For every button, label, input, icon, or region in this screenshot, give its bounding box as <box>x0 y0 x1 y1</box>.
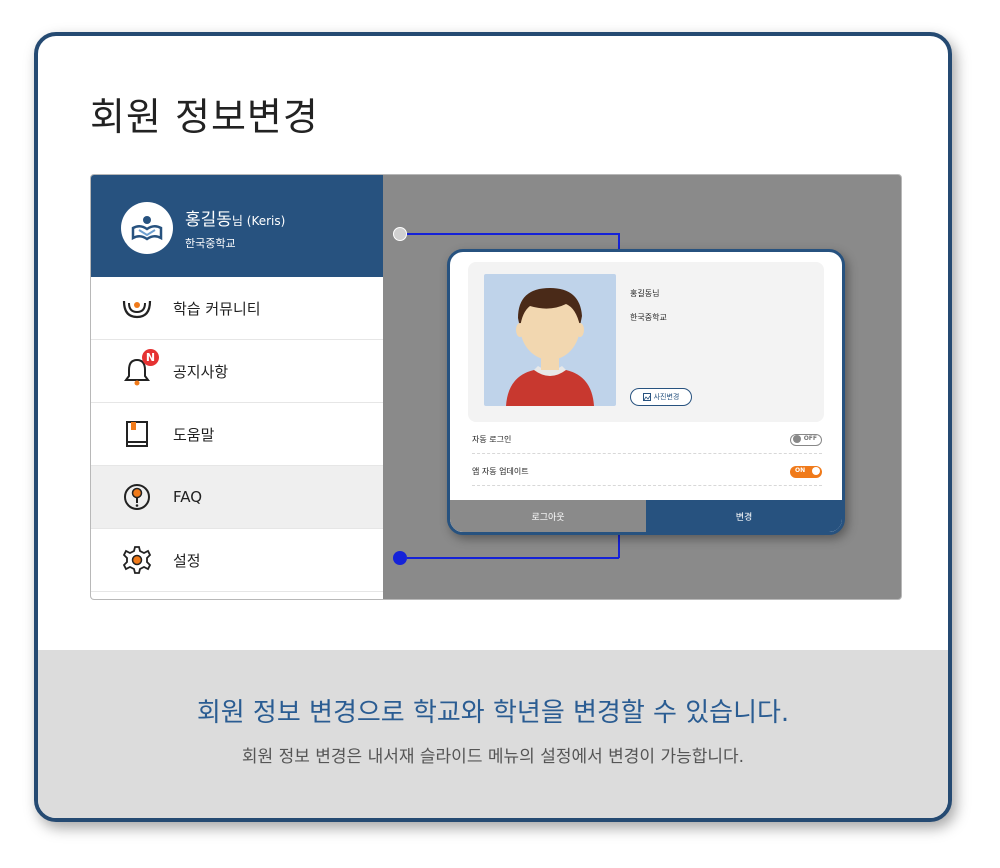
gear-icon <box>119 544 155 576</box>
menu-item-settings[interactable]: 설정 <box>91 529 383 592</box>
book-icon <box>119 418 155 450</box>
menu-item-faq[interactable]: FAQ <box>91 466 383 529</box>
dialog-user-school: 한국중학교 <box>630 313 667 322</box>
setting-row-auto-update: 앱 자동 업데이트 ON <box>472 458 822 486</box>
notice-badge: N <box>142 349 159 366</box>
toggle-state: ON <box>795 466 806 474</box>
change-photo-label: 사진변경 <box>653 393 680 401</box>
app-screenshot-mock: 홍길동님 (Keris) 한국중학교 학습 커뮤니티 N 공지사항 도움말 FA… <box>90 174 902 600</box>
connector-line <box>407 233 619 235</box>
user-school: 한국중학교 <box>185 237 236 250</box>
menu-item-community[interactable]: 학습 커뮤니티 <box>91 277 383 340</box>
user-suffix: 님 (Keris) <box>231 214 286 228</box>
caption-headline: 회원 정보 변경으로 학교와 학년을 변경할 수 있습니다. <box>196 698 790 728</box>
page-title: 회원 정보변경 <box>90 95 319 139</box>
person-avatar-icon <box>506 288 594 406</box>
pointer-dot <box>393 227 407 241</box>
connector-line <box>407 557 619 559</box>
setting-label: 앱 자동 업데이트 <box>472 467 529 476</box>
auto-login-toggle[interactable]: OFF <box>790 433 822 446</box>
tutorial-card: 회원 정보변경 홍길동님 (Keris) 한국중학교 학습 커뮤니티 N 공지사… <box>34 32 952 822</box>
avatar <box>121 202 173 254</box>
dialog-user-name: 홍길동님 <box>630 289 660 298</box>
connector-line <box>618 535 620 558</box>
menu-label: FAQ <box>173 488 203 506</box>
menu-label: 설정 <box>173 551 201 570</box>
menu-label: 공지사항 <box>173 362 229 381</box>
menu-label: 도움말 <box>173 425 215 444</box>
toggle-knob <box>812 466 820 475</box>
bell-icon: N <box>119 349 159 387</box>
menu-item-help[interactable]: 도움말 <box>91 403 383 466</box>
change-button[interactable]: 변경 <box>646 500 842 532</box>
change-photo-button[interactable]: 사진변경 <box>630 388 692 406</box>
caption-subline: 회원 정보 변경은 내서재 슬라이드 메뉴의 설정에서 변경이 가능합니다. <box>241 747 745 767</box>
reading-logo-icon <box>131 216 163 241</box>
question-icon <box>119 481 155 513</box>
setting-row-auto-login: 자동 로그인 OFF <box>472 426 822 454</box>
user-header: 홍길동님 (Keris) 한국중학교 <box>91 175 383 277</box>
caption-area: 회원 정보 변경으로 학교와 학년을 변경할 수 있습니다. 회원 정보 변경은… <box>38 650 948 818</box>
profile-box: 홍길동님 한국중학교 사진변경 <box>468 262 824 422</box>
auto-update-toggle[interactable]: ON <box>790 465 822 478</box>
user-name: 홍길동 <box>185 210 232 230</box>
dialog-buttons: 로그아웃 변경 <box>450 500 842 532</box>
member-info-dialog: 홍길동님 한국중학교 사진변경 자동 로그인 OFF 앱 자동 업데이트 ON <box>447 249 845 535</box>
menu-label: 학습 커뮤니티 <box>173 299 261 318</box>
toggle-knob <box>793 435 801 443</box>
image-icon <box>642 393 651 401</box>
toggle-state: OFF <box>803 434 817 442</box>
setting-label: 자동 로그인 <box>472 435 512 444</box>
community-icon <box>119 292 155 324</box>
slide-menu: 홍길동님 (Keris) 한국중학교 학습 커뮤니티 N 공지사항 도움말 FA… <box>91 175 383 599</box>
profile-photo <box>484 274 616 406</box>
menu-item-notice[interactable]: N 공지사항 <box>91 340 383 403</box>
pointer-dot <box>393 551 407 565</box>
logout-button[interactable]: 로그아웃 <box>450 500 646 532</box>
